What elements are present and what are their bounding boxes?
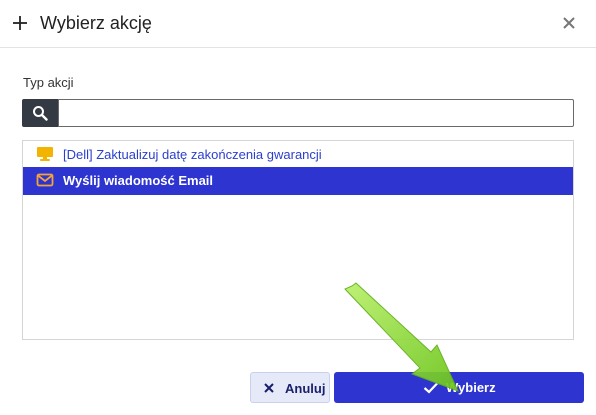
close-icon: [264, 383, 274, 393]
dialog-title: Wybierz akcję: [40, 13, 152, 33]
select-button[interactable]: Wybierz: [334, 372, 584, 403]
select-button-label: Wybierz: [446, 380, 496, 395]
list-item-dell-warranty[interactable]: [Dell] Zaktualizuj datę zakończenia gwar…: [23, 141, 573, 169]
cancel-button-label: Anuluj: [285, 381, 326, 396]
action-list: [Dell] Zaktualizuj datę zakończenia gwar…: [22, 140, 574, 340]
search-input[interactable]: [58, 99, 574, 127]
monitor-icon: [37, 147, 53, 161]
envelope-icon: [36, 173, 54, 187]
list-item-send-email[interactable]: Wyślij wiadomość Email: [23, 167, 573, 195]
cancel-button[interactable]: Anuluj: [250, 372, 330, 403]
plus-icon: [13, 16, 27, 30]
search-button[interactable]: [22, 99, 58, 127]
list-item-label: Wyślij wiadomość Email: [63, 173, 214, 188]
search-icon: [33, 106, 48, 121]
action-type-label: Typ akcji: [23, 75, 74, 90]
list-item-label: [Dell] Zaktualizuj datę zakończenia gwar…: [63, 147, 322, 162]
checkmark-icon: [423, 382, 439, 394]
dialog-header: Wybierz akcję: [0, 0, 596, 48]
close-icon[interactable]: [562, 16, 576, 30]
